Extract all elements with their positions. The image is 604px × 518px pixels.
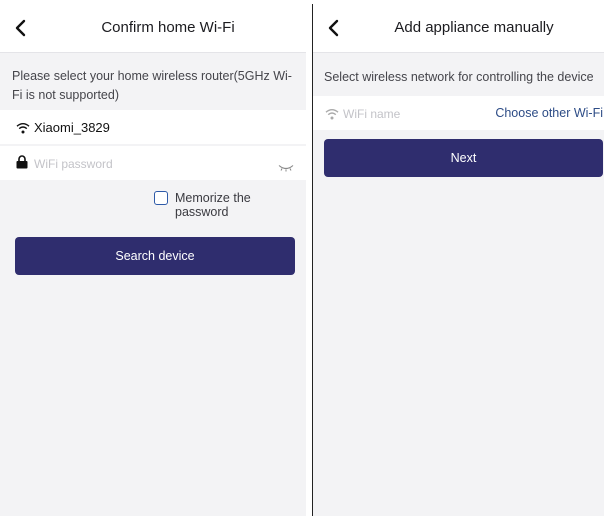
wifi-name-row[interactable]: Xiaomi_3829 (0, 110, 306, 144)
memorize-checkbox[interactable] (154, 191, 168, 205)
back-button[interactable] (10, 16, 32, 40)
next-button[interactable]: Next (324, 139, 603, 177)
wifi-name-field[interactable]: WiFi name Choose other Wi-Fi (313, 96, 604, 130)
app-comparison: Confirm home Wi-Fi Please select your ho… (0, 0, 604, 518)
search-device-button[interactable]: Search device (15, 237, 295, 275)
wifi-icon (16, 121, 30, 139)
back-button[interactable] (323, 16, 345, 40)
instruction-text: Select wireless network for controlling … (324, 70, 594, 84)
page-title: Confirm home Wi-Fi (101, 19, 235, 36)
password-field[interactable]: WiFi password (0, 146, 306, 180)
page-title: Add appliance manually (394, 19, 554, 36)
header: Confirm home Wi-Fi (0, 4, 306, 53)
password-placeholder: WiFi password (34, 157, 113, 171)
wifi-icon (325, 107, 339, 125)
confirm-wifi-screen: Confirm home Wi-Fi Please select your ho… (0, 4, 306, 516)
wifi-name-placeholder: WiFi name (343, 107, 401, 121)
eye-closed-icon[interactable] (278, 159, 294, 177)
chevron-left-icon (328, 19, 339, 37)
instruction-text: Please select your home wireless router(… (12, 69, 292, 102)
memorize-label: Memorize the password (175, 191, 251, 219)
choose-other-wifi-link[interactable]: Choose other Wi-Fi (495, 106, 603, 120)
wifi-name-text: Xiaomi_3829 (34, 120, 110, 135)
chevron-left-icon (15, 19, 26, 37)
header: Add appliance manually (313, 4, 604, 53)
lock-icon (16, 155, 28, 174)
add-appliance-screen: Add appliance manually Select wireless n… (312, 4, 604, 516)
